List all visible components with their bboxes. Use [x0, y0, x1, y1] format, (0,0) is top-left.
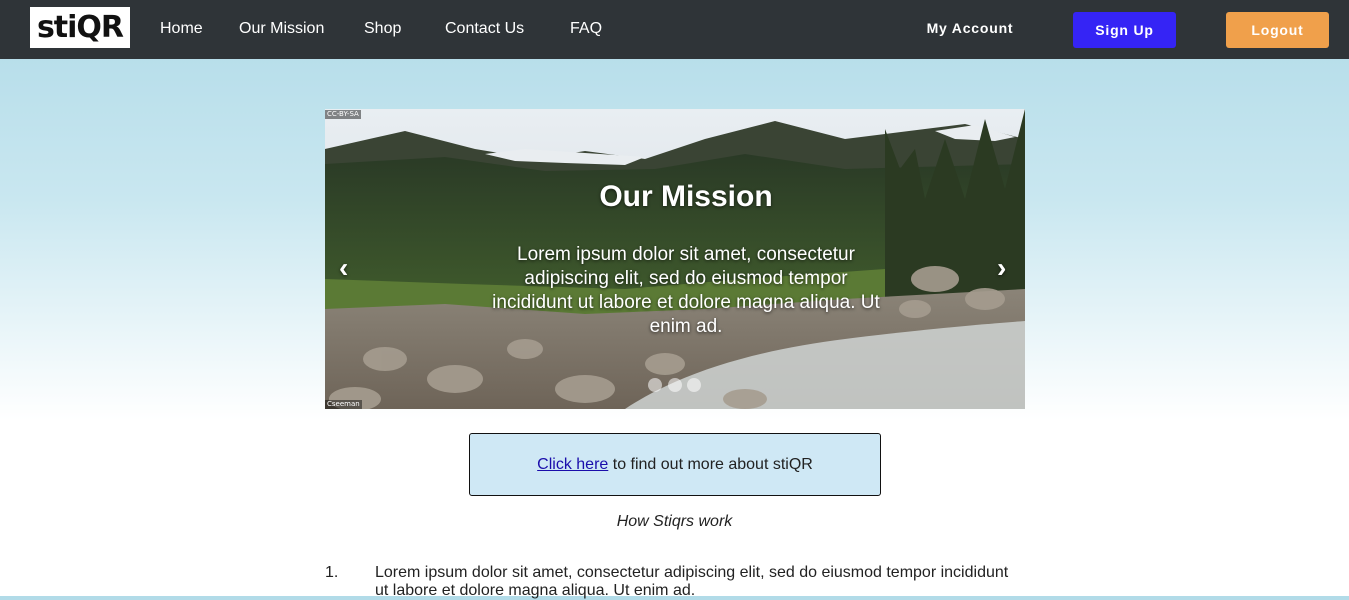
carousel-prev-icon[interactable]: ‹ — [339, 253, 348, 283]
carousel-title: Our Mission — [599, 180, 773, 213]
info-rest-text: to find out more about stiQR — [608, 455, 813, 473]
list-item-number: 1. — [325, 564, 339, 581]
my-account-link[interactable]: My Account — [908, 20, 1032, 36]
carousel-dot-2[interactable] — [668, 378, 682, 392]
navbar: stiQR Home Our Mission Shop Contact Us F… — [0, 0, 1349, 59]
carousel-text: Lorem ipsum dolor sit amet, consectetur … — [492, 244, 880, 337]
logo-text: stiQR — [36, 9, 124, 45]
carousel-next-icon[interactable]: › — [997, 253, 1006, 283]
click-here-link[interactable]: Click here — [537, 456, 608, 473]
image-author-credit: Cseeman — [325, 400, 362, 409]
carousel-dot-1[interactable] — [648, 378, 662, 392]
sign-up-button[interactable]: Sign Up — [1073, 12, 1176, 48]
logo[interactable]: stiQR — [30, 7, 130, 48]
info-box: Click here to find out more about stiQR — [469, 433, 881, 496]
list-item: Lorem ipsum dolor sit amet, consectetur … — [375, 564, 1009, 599]
mission-carousel: CC-BY-SA Cseeman Our Mission Lorem ipsum… — [325, 109, 1025, 409]
nav-link-our-mission[interactable]: Our Mission — [239, 19, 324, 39]
nav-link-shop[interactable]: Shop — [364, 19, 401, 39]
nav-link-contact-us[interactable]: Contact Us — [445, 19, 524, 39]
image-license-credit: CC-BY-SA — [325, 110, 361, 119]
nav-link-faq[interactable]: FAQ — [570, 19, 602, 39]
logout-button[interactable]: Logout — [1226, 12, 1329, 48]
info-text: Click here to find out more about stiQR — [537, 456, 813, 474]
carousel-dot-3[interactable] — [687, 378, 701, 392]
how-it-works-heading: How Stiqrs work — [616, 513, 733, 530]
nav-link-home[interactable]: Home — [160, 19, 203, 39]
